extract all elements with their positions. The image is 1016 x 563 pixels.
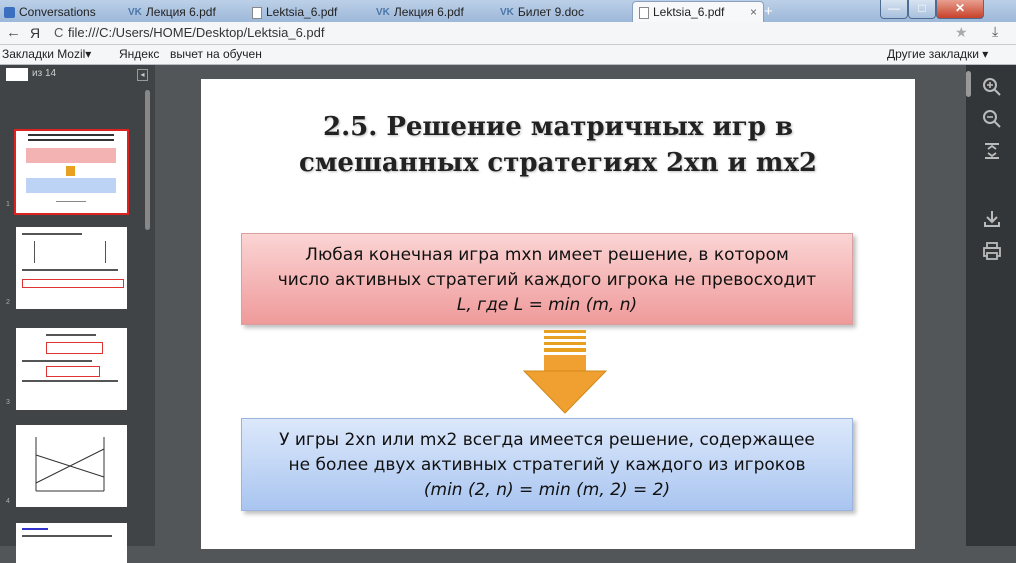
navigation-bar: ← Я C file:///C:/Users/HOME/Desktop/Lekt… bbox=[0, 22, 1016, 45]
corollary-line-1: У игры 2xn или mx2 всегда имеется решени… bbox=[279, 430, 815, 450]
save-download-icon[interactable] bbox=[982, 209, 1002, 229]
theorem-line-2: число активных стратегий каждого игрока … bbox=[277, 270, 817, 290]
close-window-button[interactable]: ✕ bbox=[936, 0, 984, 19]
tab-lektsiya-6-vk[interactable]: VK Лекция 6.pdf bbox=[128, 2, 238, 22]
document-icon bbox=[252, 6, 262, 19]
back-button[interactable]: ← bbox=[6, 24, 21, 41]
tab-label: Лекция 6.pdf bbox=[145, 5, 216, 19]
thumb-line bbox=[22, 360, 92, 362]
close-tab-icon[interactable]: × bbox=[750, 2, 757, 22]
document-icon bbox=[639, 6, 649, 19]
conversations-icon bbox=[4, 7, 15, 19]
page-number-input[interactable] bbox=[6, 68, 28, 81]
bookmark-folder[interactable]: Закладки Mozil▾ bbox=[2, 45, 91, 64]
thumb-red-box bbox=[26, 148, 116, 163]
url-field[interactable]: file:///C:/Users/HOME/Desktop/Lektsia_6.… bbox=[68, 25, 928, 40]
sidebar-scrollbar[interactable] bbox=[145, 90, 150, 230]
document-scrollbar[interactable] bbox=[966, 71, 971, 97]
tab-lektsia-6-pdf[interactable]: Lektsia_6.pdf bbox=[252, 2, 362, 22]
tab-label: Лекция 6.pdf bbox=[393, 5, 464, 19]
maximize-icon: □ bbox=[918, 1, 926, 15]
thumb-title bbox=[28, 134, 114, 136]
other-bookmarks[interactable]: Другие закладки ▾ bbox=[887, 45, 988, 64]
thumb-matrix bbox=[34, 241, 106, 263]
theorem-line-1: Любая конечная игра mxn имеет решение, в… bbox=[305, 245, 789, 265]
collapse-sidebar-icon[interactable]: ◂ bbox=[137, 69, 148, 81]
tab-lektsia-6-pdf-active[interactable]: Lektsia_6.pdf × bbox=[632, 1, 764, 23]
thumb-red-box bbox=[22, 279, 124, 288]
corollary-line-3: (min (2, n) = min (m, 2) = 2) bbox=[423, 480, 671, 500]
zoom-in-icon[interactable] bbox=[982, 77, 1002, 97]
page-thumbnail-3[interactable] bbox=[16, 328, 127, 410]
thumb-footer bbox=[56, 201, 86, 202]
slide-title-line-1: 2.5. Решение матричных игр в bbox=[322, 112, 794, 142]
thumb-title bbox=[28, 139, 114, 141]
theorem-text: Любая конечная игра mxn имеет решение, в… bbox=[242, 234, 852, 318]
corollary-text: У игры 2xn или mx2 всегда имеется решени… bbox=[242, 419, 852, 503]
tab-label: Conversations bbox=[19, 5, 96, 19]
print-icon[interactable] bbox=[982, 241, 1002, 261]
minimize-button[interactable]: — bbox=[880, 0, 908, 19]
thumb-red-box bbox=[46, 342, 103, 354]
thumb-line bbox=[22, 528, 48, 530]
tab-bilet-9-doc[interactable]: VK Билет 9.doc bbox=[500, 2, 610, 22]
vk-icon: VK bbox=[500, 6, 514, 18]
thumb-line bbox=[22, 269, 118, 271]
thumb-red-box bbox=[46, 366, 100, 377]
thumb-line bbox=[22, 535, 112, 537]
download-icon[interactable]: ⤓ bbox=[992, 23, 998, 40]
document-viewer: 2.5. Решение матричных игр в смешанных с… bbox=[155, 65, 966, 549]
bookmarks-bar: Закладки Mozil▾ Яндекс вычет на обучен Д… bbox=[0, 45, 1016, 65]
yandex-logo-icon[interactable]: Я bbox=[30, 25, 40, 41]
slide-title-line-2: смешанных стратегиях 2xn и mx2 bbox=[298, 148, 817, 178]
star-icon[interactable]: ★ bbox=[955, 24, 968, 41]
thumb-line bbox=[22, 380, 118, 382]
new-tab-button[interactable]: + bbox=[764, 2, 780, 22]
page-count: из 14 bbox=[32, 68, 57, 79]
zoom-out-icon[interactable] bbox=[982, 109, 1002, 129]
thumb-blue-box bbox=[26, 178, 116, 193]
page-thumbnail-4[interactable] bbox=[16, 425, 127, 507]
corollary-box: У игры 2xn или mx2 всегда имеется решени… bbox=[241, 418, 853, 511]
thumb-line bbox=[22, 233, 82, 235]
page-thumbnail-1[interactable] bbox=[14, 129, 129, 215]
thumb-graph bbox=[35, 437, 105, 492]
tab-lektsiya-6-vk-2[interactable]: VK Лекция 6.pdf bbox=[376, 2, 486, 22]
thumbnail-number: 4 bbox=[6, 498, 10, 505]
tab-label: Билет 9.doc bbox=[517, 5, 584, 19]
thumbnail-number: 1 bbox=[6, 201, 10, 208]
theorem-line-3: L, где L = min (m, n) bbox=[456, 295, 638, 315]
reload-icon[interactable]: C bbox=[54, 25, 63, 40]
thumb-arrow bbox=[66, 166, 75, 176]
vk-icon: VK bbox=[376, 6, 390, 18]
page-thumbnail-2[interactable] bbox=[16, 227, 127, 309]
pdf-page: 2.5. Решение матричных игр в смешанных с… bbox=[201, 79, 915, 549]
pdf-toolbar bbox=[966, 65, 1016, 546]
tab-bar: Conversations VK Лекция 6.pdf Lektsia_6.p… bbox=[0, 0, 1016, 23]
thumbnail-number: 2 bbox=[6, 299, 10, 306]
minimize-icon: — bbox=[888, 1, 900, 15]
tab-label: Lektsia_6.pdf bbox=[266, 5, 338, 19]
slide-title: 2.5. Решение матричных игр в смешанных с… bbox=[201, 109, 915, 181]
close-icon: ✕ bbox=[954, 1, 966, 15]
theorem-box: Любая конечная игра mxn имеет решение, в… bbox=[241, 233, 853, 325]
page-thumbnail-5[interactable] bbox=[16, 523, 127, 563]
bookmark-yandex[interactable]: Яндекс bbox=[119, 45, 159, 64]
thumbnail-number: 3 bbox=[6, 399, 10, 406]
maximize-button[interactable]: □ bbox=[908, 0, 936, 19]
fit-page-icon[interactable] bbox=[982, 141, 1002, 161]
tab-label: Lektsia_6.pdf bbox=[653, 5, 725, 19]
tab-conversations[interactable]: Conversations bbox=[4, 2, 114, 22]
thumb-line bbox=[46, 334, 96, 336]
thumbnail-sidebar: из 14 ◂ 1 2 3 4 bbox=[0, 65, 155, 563]
vk-icon: VK bbox=[128, 6, 142, 18]
bookmark-vychet[interactable]: вычет на обучен bbox=[170, 45, 262, 64]
corollary-line-2: не более двух активных стратегий у каждо… bbox=[288, 455, 806, 475]
down-arrow-icon bbox=[522, 330, 608, 414]
